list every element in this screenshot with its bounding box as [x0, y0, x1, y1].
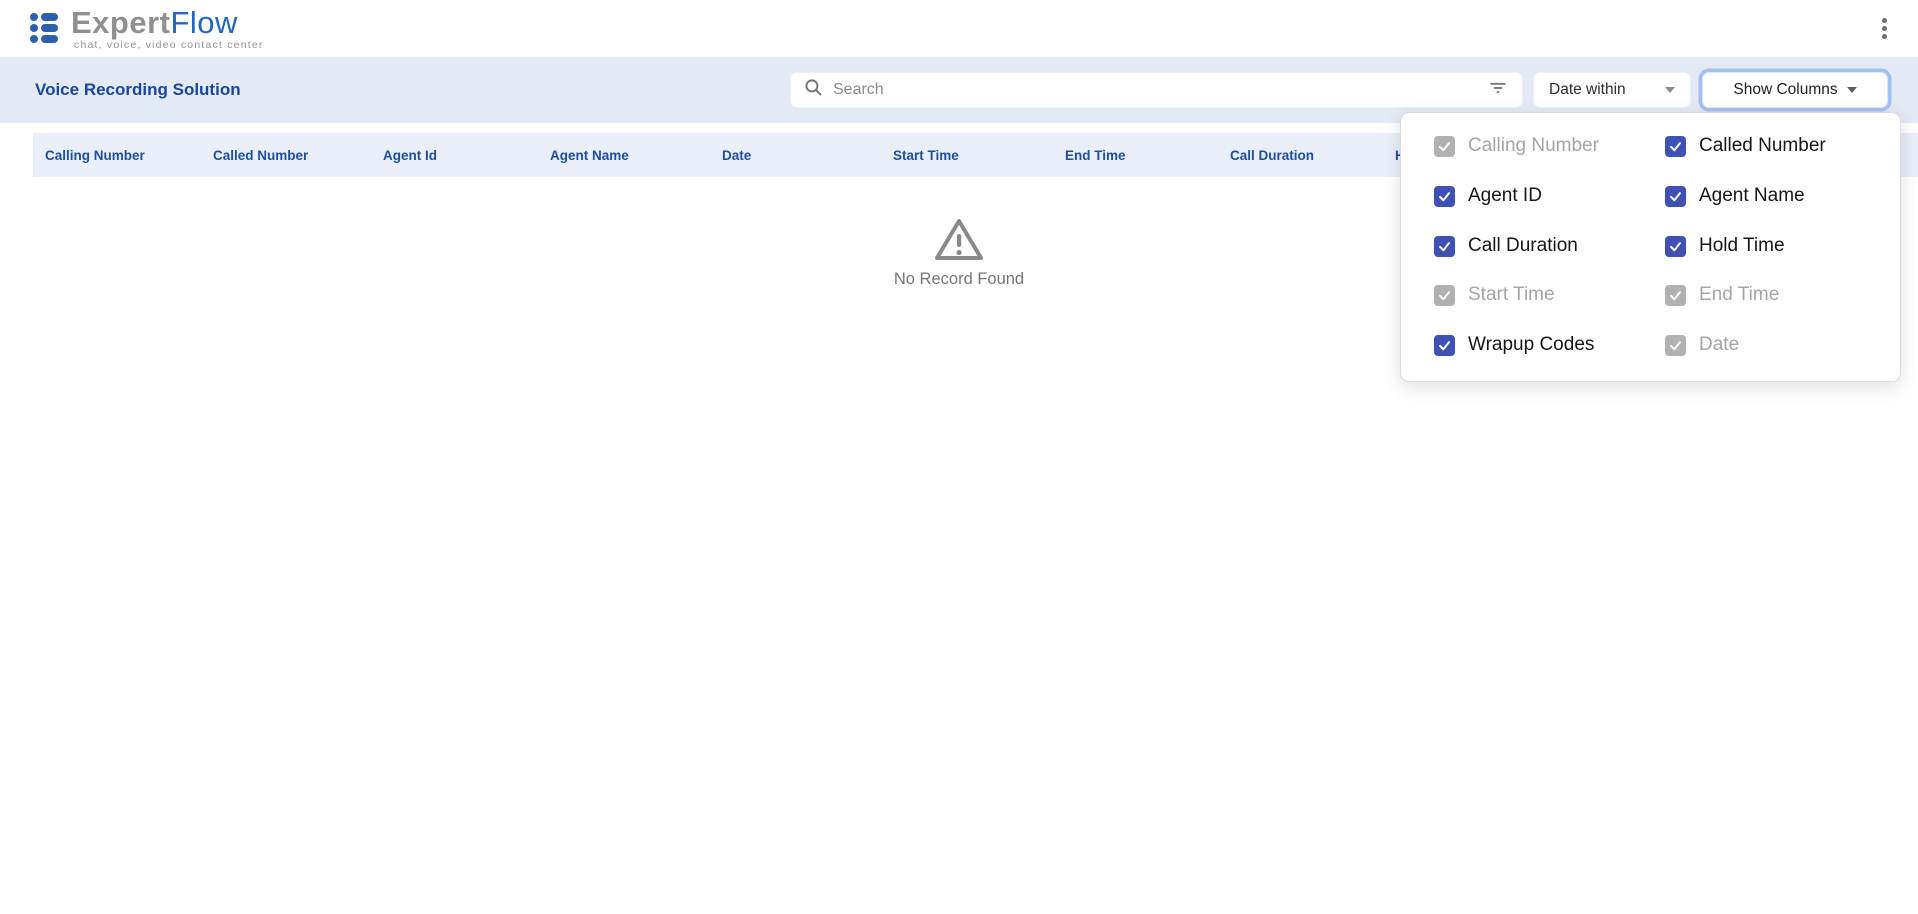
- column-toggle-label: Start Time: [1468, 284, 1555, 306]
- column-toggle-label: End Time: [1699, 284, 1779, 306]
- column-toggle-date[interactable]: Date: [1665, 333, 1739, 357]
- checkbox-checked-disabled-icon: [1434, 285, 1455, 306]
- column-toggle-end-time[interactable]: End Time: [1665, 283, 1779, 307]
- logo-wordmark: ExpertFlow: [71, 5, 238, 41]
- voice-recording-page: ExpertFlow chat, voice, video contact ce…: [0, 0, 1918, 914]
- column-toggle-called-number[interactable]: Called Number: [1665, 134, 1826, 158]
- caret-down-icon: [1847, 87, 1857, 93]
- column-toggle-label: Call Duration: [1468, 235, 1578, 257]
- column-toggle-label: Called Number: [1699, 135, 1826, 157]
- column-header-calling-number: Calling Number: [45, 133, 145, 177]
- checkbox-checked-icon: [1434, 236, 1455, 257]
- logo-expert-text: Expert: [71, 5, 170, 40]
- expertflow-logo-icon: [30, 13, 64, 43]
- search-icon: [804, 78, 823, 102]
- column-header-agent-id: Agent Id: [383, 133, 437, 177]
- checkbox-checked-icon: [1665, 136, 1686, 157]
- logo-flow-text: Flow: [170, 5, 237, 40]
- column-header-agent-name: Agent Name: [550, 133, 629, 177]
- logo-tagline: chat, voice, video contact center: [74, 39, 264, 51]
- search-input[interactable]: [831, 80, 1487, 100]
- show-columns-menu: Calling Number Called Number Agent ID Ag…: [1400, 112, 1901, 382]
- page-title: Voice Recording Solution: [35, 57, 241, 123]
- checkbox-checked-icon: [1665, 186, 1686, 207]
- column-toggle-label: Calling Number: [1468, 135, 1599, 157]
- column-toggle-label: Wrapup Codes: [1468, 334, 1594, 356]
- checkbox-checked-icon: [1665, 236, 1686, 257]
- checkbox-checked-icon: [1434, 186, 1455, 207]
- expertflow-logo: ExpertFlow chat, voice, video contact ce…: [30, 7, 330, 53]
- checkbox-checked-icon: [1434, 335, 1455, 356]
- checkbox-checked-disabled-icon: [1665, 335, 1686, 356]
- column-toggle-label: Agent Name: [1699, 185, 1805, 207]
- column-toggle-call-duration[interactable]: Call Duration: [1434, 234, 1578, 258]
- show-columns-label: Show Columns: [1733, 81, 1837, 99]
- checkbox-checked-disabled-icon: [1665, 285, 1686, 306]
- column-toggle-start-time[interactable]: Start Time: [1434, 283, 1555, 307]
- filter-icon[interactable]: [1487, 78, 1509, 103]
- column-toggle-label: Date: [1699, 334, 1739, 356]
- top-bar: ExpertFlow chat, voice, video contact ce…: [0, 0, 1918, 57]
- column-toggle-hold-time[interactable]: Hold Time: [1665, 234, 1785, 258]
- column-toggle-label: Hold Time: [1699, 235, 1785, 257]
- column-header-called-number: Called Number: [213, 133, 308, 177]
- kebab-menu-icon[interactable]: [1871, 13, 1897, 43]
- column-toggle-wrapup-codes[interactable]: Wrapup Codes: [1434, 333, 1594, 357]
- column-header-start-time: Start Time: [893, 133, 959, 177]
- caret-down-icon: [1665, 87, 1675, 93]
- warning-triangle-icon: [931, 215, 987, 265]
- column-header-call-duration: Call Duration: [1230, 133, 1314, 177]
- column-header-date: Date: [722, 133, 751, 177]
- search-box: [790, 72, 1523, 108]
- date-within-label: Date within: [1549, 81, 1626, 99]
- column-toggle-agent-id[interactable]: Agent ID: [1434, 184, 1542, 208]
- column-toggle-agent-name[interactable]: Agent Name: [1665, 184, 1805, 208]
- show-columns-button[interactable]: Show Columns: [1702, 72, 1888, 108]
- date-within-dropdown[interactable]: Date within: [1533, 72, 1691, 108]
- column-header-end-time: End Time: [1065, 133, 1126, 177]
- column-toggle-calling-number[interactable]: Calling Number: [1434, 134, 1599, 158]
- checkbox-checked-disabled-icon: [1434, 136, 1455, 157]
- column-toggle-label: Agent ID: [1468, 185, 1542, 207]
